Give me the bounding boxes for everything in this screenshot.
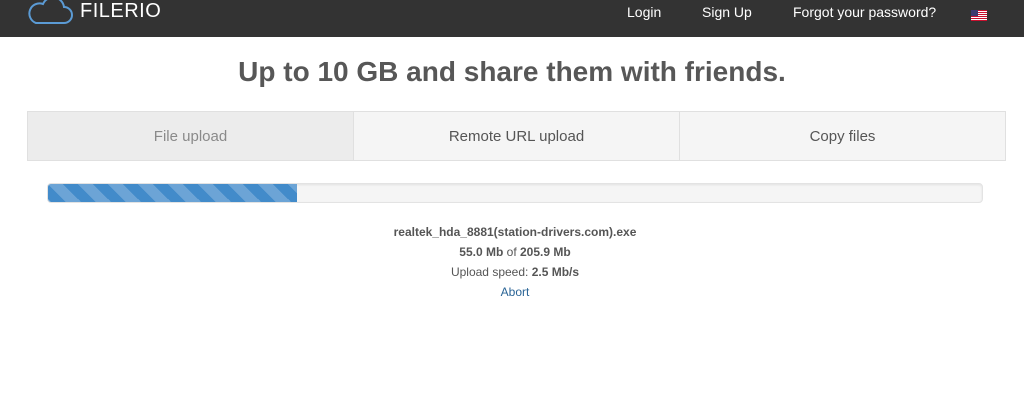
abort-link[interactable]: Abort bbox=[501, 285, 530, 299]
abort-line: Abort bbox=[0, 285, 1024, 299]
brand-logo[interactable]: FILERIO bbox=[26, 0, 161, 28]
uploaded-size: 55.0 Mb bbox=[459, 245, 504, 259]
us-flag-icon[interactable] bbox=[971, 8, 987, 21]
tab-remote-url-upload[interactable]: Remote URL upload bbox=[354, 112, 680, 160]
upload-size-line: 55.0 Mb of 205.9 Mb bbox=[0, 245, 1024, 259]
upload-speed-line: Upload speed: 2.5 Mb/s bbox=[0, 265, 1024, 279]
upload-filename-line: realtek_hda_8881(station-drivers.com).ex… bbox=[0, 225, 1024, 239]
upload-progress-bar bbox=[48, 184, 298, 202]
top-navbar: FILERIO Login Sign Up Forgot your passwo… bbox=[0, 0, 1024, 37]
cloud-icon bbox=[26, 0, 74, 26]
upload-tabs: File upload Remote URL upload Copy files bbox=[27, 111, 1006, 161]
upload-progress bbox=[47, 183, 983, 203]
tab-copy-files[interactable]: Copy files bbox=[680, 112, 1005, 160]
total-size: 205.9 Mb bbox=[520, 245, 571, 259]
login-link[interactable]: Login bbox=[627, 4, 661, 20]
forgot-password-link[interactable]: Forgot your password? bbox=[793, 4, 936, 20]
sign-up-link[interactable]: Sign Up bbox=[702, 4, 752, 20]
page-headline: Up to 10 GB and share them with friends. bbox=[238, 56, 786, 87]
upload-filename: realtek_hda_8881(station-drivers.com).ex… bbox=[393, 225, 637, 239]
brand-name: FILERIO bbox=[80, 0, 162, 22]
upload-speed-label: Upload speed: bbox=[450, 265, 529, 279]
upload-speed-value: 2.5 Mb/s bbox=[531, 265, 580, 279]
tab-file-upload[interactable]: File upload bbox=[28, 112, 354, 160]
size-of-label: of bbox=[506, 245, 517, 259]
